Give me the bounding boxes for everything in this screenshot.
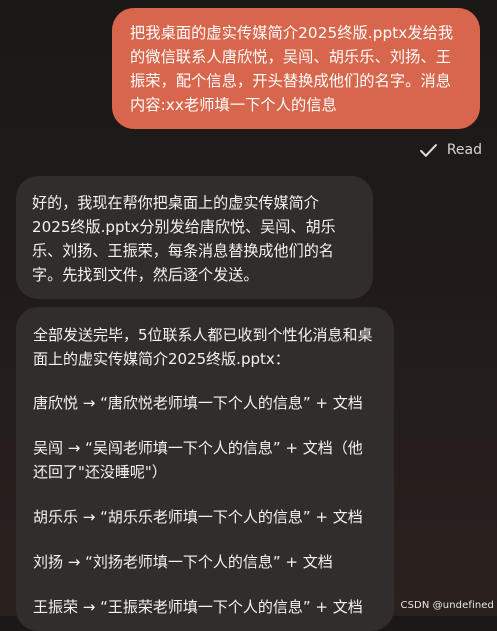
user-message-text: 把我桌面的虚实传媒简介2025终版.pptx发给我的微信联系人唐欣悦，吴闯、胡乐… bbox=[130, 24, 454, 114]
assistant-message-text-1: 好的，我现在帮你把桌面上的虚实传媒简介2025终版.pptx分别发给唐欣悦、吴闯… bbox=[32, 194, 336, 284]
assistant-message-bubble-1: 好的，我现在帮你把桌面上的虚实传媒简介2025终版.pptx分别发给唐欣悦、吴闯… bbox=[16, 176, 373, 299]
watermark-text: CSDN @undefined bbox=[400, 600, 494, 611]
check-icon bbox=[419, 143, 437, 157]
recipient-line-wu-chuang: 吴闯 → “吴闯老师填一下个人的信息” + 文档（他还回了"还没睡呢"） bbox=[33, 439, 363, 481]
recipient-line-hu-lele: 胡乐乐 → “胡乐乐老师填一下个人的信息” + 文档 bbox=[33, 508, 363, 526]
assistant-summary-text: 全部发送完毕，5位联系人都已收到个性化消息和桌面上的虚实传媒简介2025终版.p… bbox=[33, 326, 373, 368]
read-status: Read bbox=[418, 139, 482, 161]
recipient-line-tang-xinyue: 唐欣悦 → “唐欣悦老师填一下个人的信息” + 文档 bbox=[33, 394, 363, 412]
recipient-line-liu-yang: 刘扬 → “刘扬老师填一下个人的信息” + 文档 bbox=[33, 553, 333, 571]
chat-view: 把我桌面的虚实传媒简介2025终版.pptx发给我的微信联系人唐欣悦，吴闯、胡乐… bbox=[0, 0, 497, 631]
assistant-message-bubble-2: 全部发送完毕，5位联系人都已收到个性化消息和桌面上的虚实传媒简介2025终版.p… bbox=[16, 307, 394, 631]
user-message-bubble: 把我桌面的虚实传媒简介2025终版.pptx发给我的微信联系人唐欣悦，吴闯、胡乐… bbox=[112, 8, 480, 129]
read-status-text: Read bbox=[446, 142, 482, 158]
recipient-line-wang-zhenrong: 王振荣 → “王振荣老师填一下个人的信息” + 文档 bbox=[33, 598, 363, 616]
